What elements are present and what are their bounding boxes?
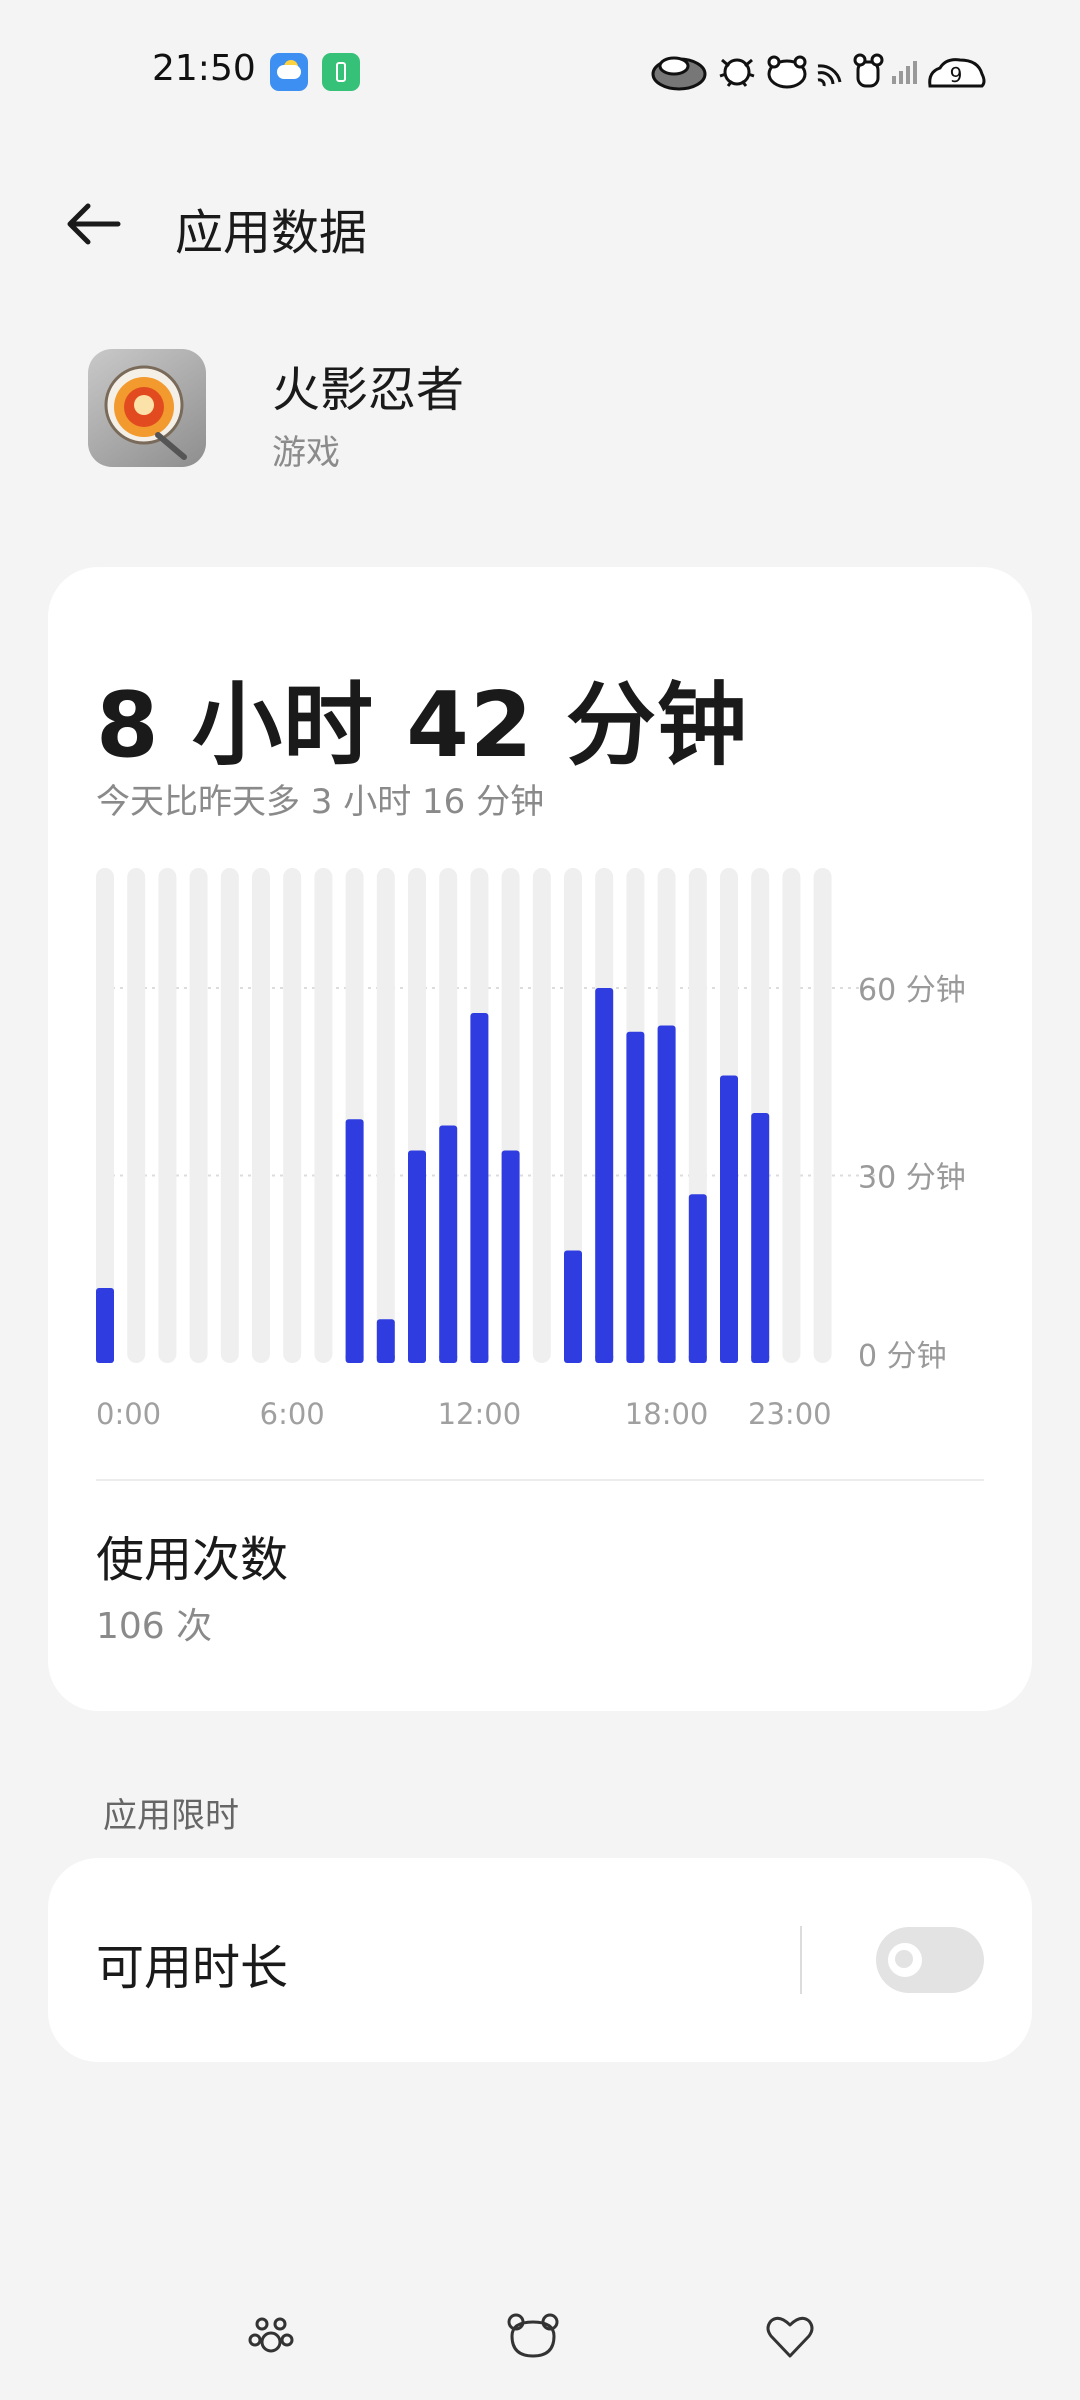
x-tick-label: 0:00 <box>96 1397 161 1431</box>
usage-bar-cap <box>439 1351 458 1363</box>
app-limit-section-label: 应用限时 <box>103 1796 239 1836</box>
battery-icon: 9 <box>928 58 986 88</box>
vertical-divider <box>800 1926 802 1994</box>
back-button[interactable] <box>60 196 130 252</box>
usage-bar-cap <box>501 1351 520 1363</box>
y-tick-label: 60 分钟 <box>858 973 966 1008</box>
bear-face-icon[interactable] <box>506 2310 560 2364</box>
status-time: 21:50 <box>152 48 256 89</box>
x-tick-label: 12:00 <box>438 1397 522 1431</box>
heart-icon[interactable] <box>763 2310 817 2364</box>
usage-bar <box>439 1125 458 1363</box>
usage-bar-cap <box>657 1351 676 1363</box>
wifi-icon <box>817 64 842 87</box>
bar-track <box>189 868 208 1363</box>
bar-track <box>376 868 395 1363</box>
status-icons: 9 <box>650 50 988 94</box>
y-tick-label: 0 分钟 <box>858 1339 947 1374</box>
usage-bar-cap <box>751 1351 770 1363</box>
app-category: 游戏 <box>272 433 340 473</box>
usage-bar <box>595 988 614 1363</box>
bar-track <box>532 868 551 1363</box>
signal-bars-icon <box>892 61 917 84</box>
available-duration-toggle[interactable] <box>876 1927 984 1993</box>
bug-icon <box>719 58 755 87</box>
usage-bar-cap <box>470 1351 489 1363</box>
x-tick-label: 6:00 <box>260 1397 325 1431</box>
bar-track <box>314 868 333 1363</box>
usage-bar-cap <box>720 1351 738 1363</box>
bar-track <box>782 868 801 1363</box>
app-icon <box>88 349 206 467</box>
arrow-left-icon <box>67 203 121 245</box>
usage-bar-cap <box>345 1351 364 1363</box>
usage-bar <box>688 1194 707 1363</box>
usage-bar-chart: 60 分钟 30 分钟 0 分钟 0:00 6:00 12:00 18:00 23:00 <box>96 868 966 1431</box>
usage-bar <box>345 1119 364 1363</box>
mouse-icon <box>853 53 884 88</box>
sheep-icon <box>651 56 707 91</box>
battery-saver-icon <box>322 53 360 91</box>
x-tick-label: 23:00 <box>748 1397 832 1431</box>
usage-count-title: 使用次数 <box>96 1532 289 1588</box>
usage-bar-cap <box>688 1351 707 1363</box>
app-name: 火影忍者 <box>272 362 465 418</box>
usage-card: 8 小时 42 分钟 今天比昨天多 3 小时 16 分钟 60 分钟 30 分钟 0… <box>48 567 1032 1711</box>
status-bar: 21:50 9 <box>0 0 1080 140</box>
page-title: 应用数据 <box>175 205 368 261</box>
bar-track <box>127 868 146 1363</box>
usage-bar <box>720 1075 738 1363</box>
paw-icon[interactable] <box>244 2310 298 2364</box>
toggle-knob <box>888 1943 922 1977</box>
usage-bar-cap <box>564 1351 582 1363</box>
bar-track <box>813 868 832 1363</box>
bar-track <box>252 868 270 1363</box>
bar-track <box>158 868 177 1363</box>
usage-bar-cap <box>595 1351 614 1363</box>
usage-bar <box>657 1025 676 1363</box>
weather-icon <box>270 53 308 91</box>
card-divider <box>96 1479 984 1481</box>
usage-count-value: 106 次 <box>96 1606 213 1647</box>
usage-bar <box>470 1013 489 1363</box>
usage-bar-cap <box>626 1351 645 1363</box>
usage-bar <box>626 1031 645 1363</box>
x-tick-label: 18:00 <box>625 1397 709 1431</box>
bar-track <box>283 868 302 1363</box>
usage-bar-cap <box>408 1351 426 1363</box>
bar-track <box>220 868 239 1363</box>
usage-bar <box>751 1113 770 1363</box>
usage-bar <box>501 1150 520 1363</box>
y-tick-label: 30 分钟 <box>858 1161 966 1196</box>
bottom-nav-bar <box>0 2300 1080 2370</box>
available-duration-label: 可用时长 <box>96 1940 289 1996</box>
battery-level: 9 <box>950 63 963 87</box>
app-limit-card[interactable]: 可用时长 <box>48 1858 1032 2062</box>
usage-bar-cap <box>96 1351 114 1363</box>
usage-bar-cap <box>376 1351 395 1363</box>
pig-icon <box>767 55 807 89</box>
usage-bar <box>408 1150 426 1363</box>
usage-bar <box>564 1250 582 1363</box>
